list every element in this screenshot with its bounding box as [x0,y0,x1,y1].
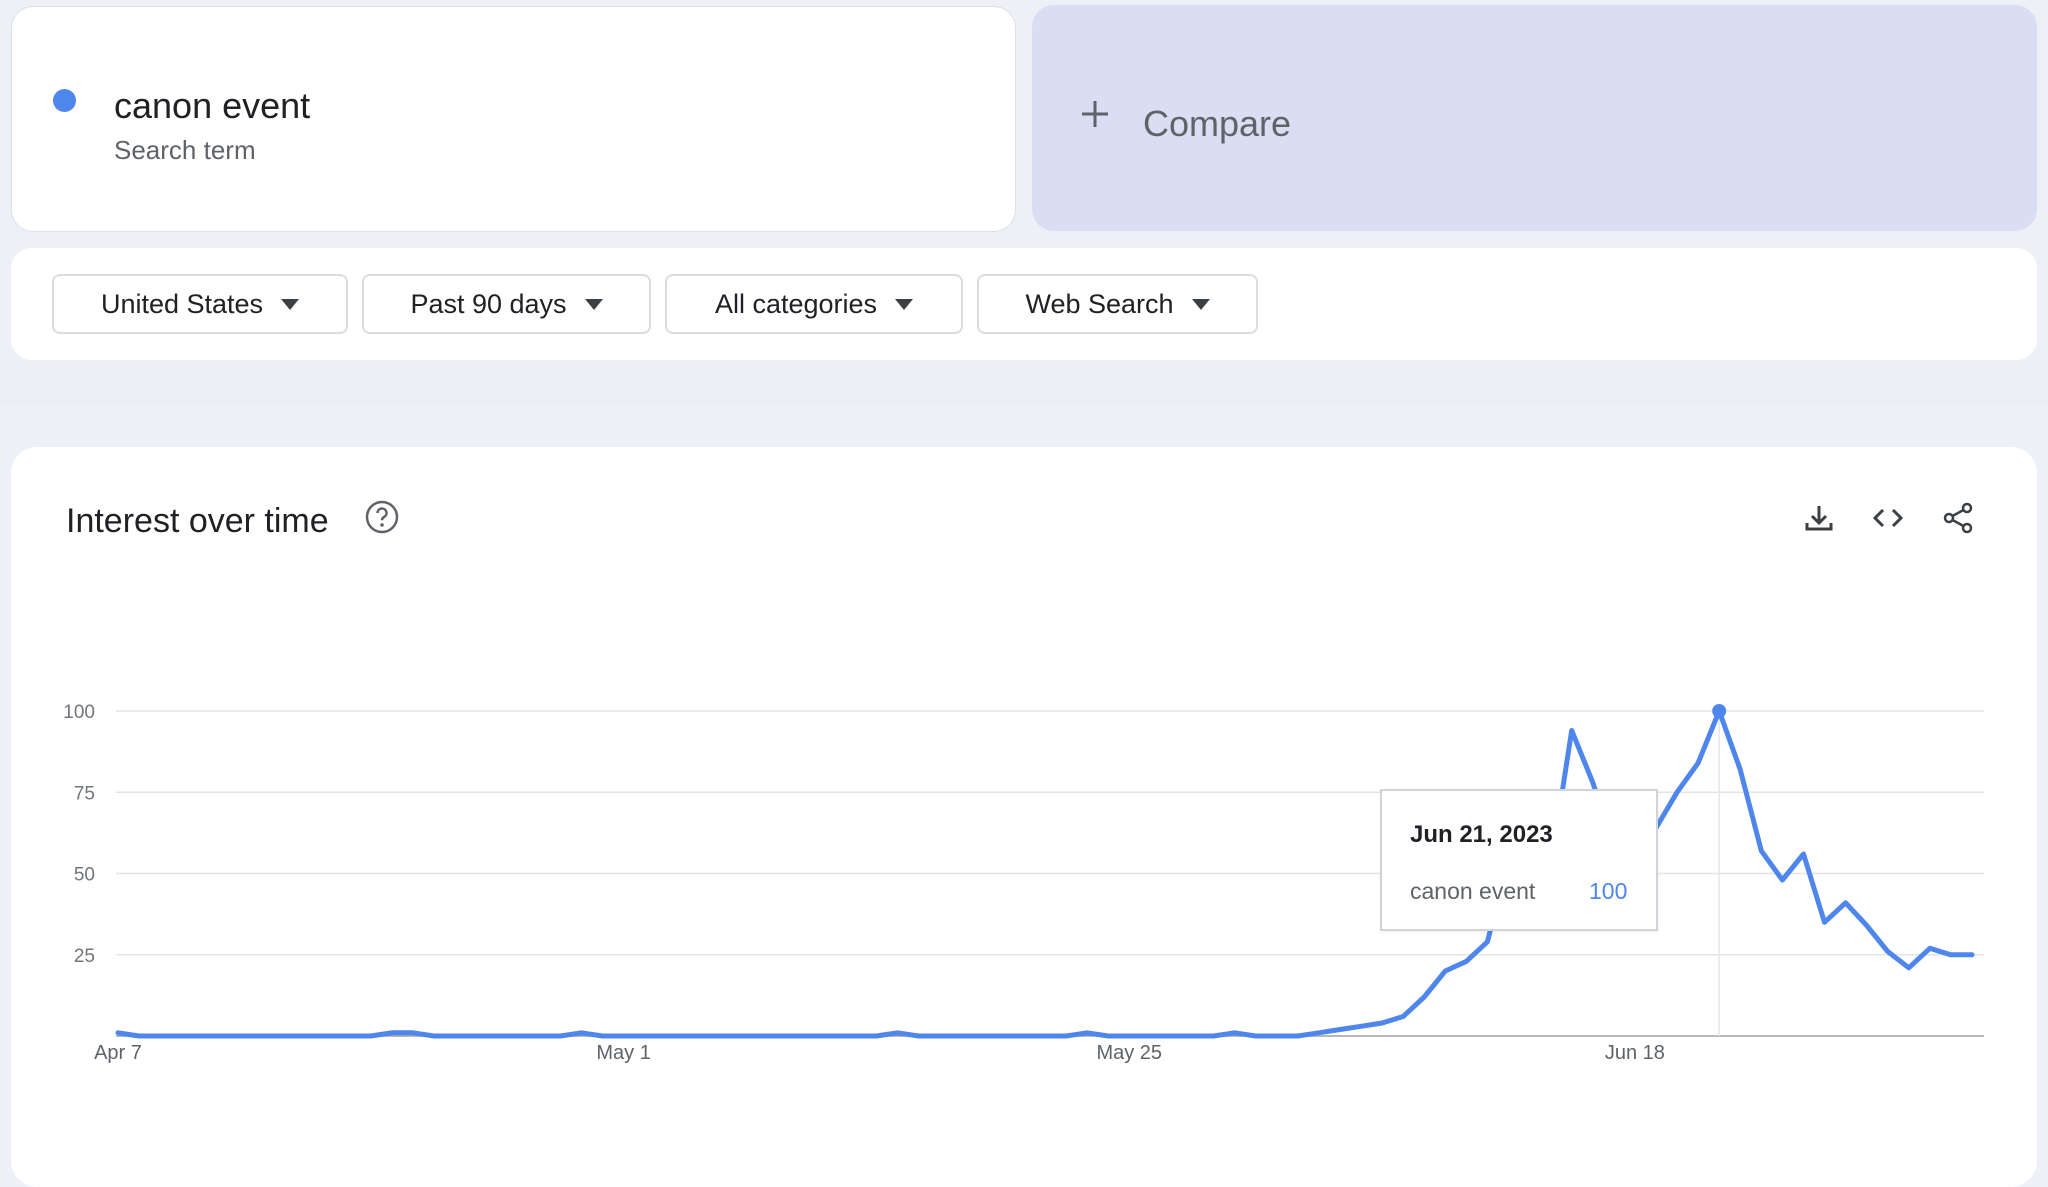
time-range-dropdown-label: Past 90 days [410,288,567,319]
category-dropdown[interactable]: All categories [665,274,963,334]
caret-down-icon [584,298,603,310]
chart-gridlines [116,710,1984,1037]
section-divider [0,360,2048,405]
x-axis-labels: Apr 7 May 1 May 25 Jun 18 [94,1042,1665,1064]
caret-down-icon [281,298,300,310]
x-tick-label: May 25 [1096,1042,1162,1064]
y-tick-label: 100 [63,702,95,723]
interest-over-time-panel: Interest over time 25 50 75 100 Apr 7 May 1M… [11,447,2037,1187]
chart-tooltip: Jun 21, 2023 canon event 100 [1380,789,1658,931]
search-term-subtitle: Search term [114,135,256,165]
search-type-dropdown[interactable]: Web Search [977,274,1258,334]
series-color-dot [53,89,76,112]
search-term-card[interactable]: canon event Search term [11,6,1016,232]
x-tick-label: Jun 18 [1605,1042,1665,1064]
category-dropdown-label: All categories [714,288,878,319]
caret-down-icon [1191,298,1210,310]
y-axis-labels: 25 50 75 100 [63,702,95,967]
y-tick-label: 75 [74,783,95,804]
caret-down-icon [895,298,914,310]
time-range-dropdown[interactable]: Past 90 days [362,274,651,334]
interest-line-chart: 25 50 75 100 Apr 7 May 1 May 25 Jun 18 [63,702,1984,1064]
series-line-layer [115,704,1975,1039]
tooltip-series-name: canon event [1410,878,1536,904]
plus-icon [1078,97,1112,138]
x-tick-label: Apr 7 [94,1042,142,1064]
y-tick-label: 25 [74,946,95,967]
tooltip-date: Jun 21, 2023 [1410,821,1553,848]
y-tick-label: 50 [74,865,95,886]
tooltip-value: 100 [1589,878,1628,904]
region-dropdown[interactable]: United States [52,274,348,334]
search-term-name[interactable]: canon event [114,85,310,127]
x-tick-label: May 1 [596,1042,650,1064]
region-dropdown-label: United States [100,288,264,319]
highlight-point [1712,704,1727,718]
compare-label: Compare [1143,103,1292,144]
compare-button[interactable]: Compare [1032,5,2037,231]
search-type-dropdown-label: Web Search [1025,288,1174,319]
filter-bar: United States Past 90 days All categorie… [11,248,2037,360]
